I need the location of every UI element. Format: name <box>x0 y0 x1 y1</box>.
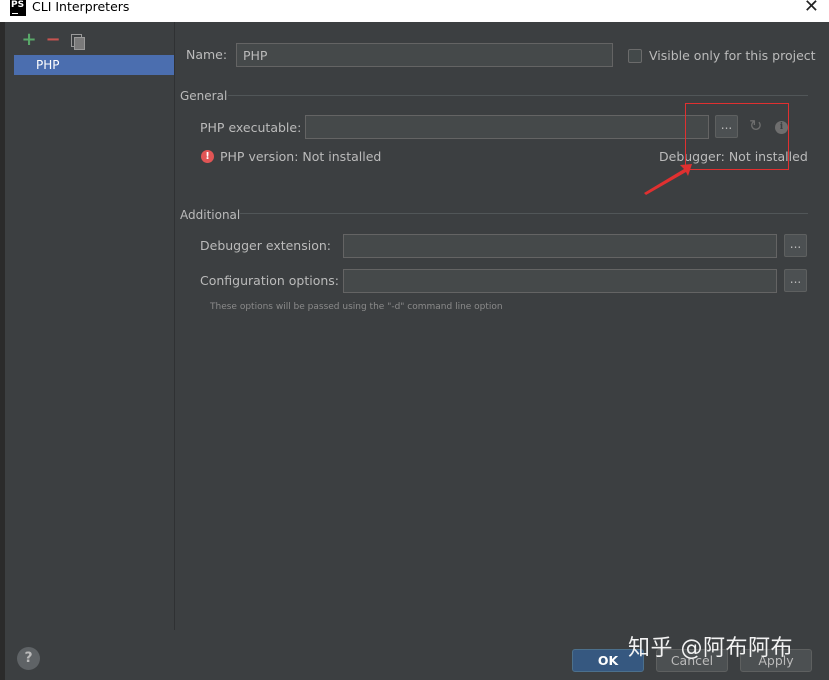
debugger-extension-browse-button[interactable]: ... <box>784 234 807 257</box>
list-item-label: PHP <box>36 58 60 72</box>
configuration-options-label: Configuration options: <box>200 273 339 288</box>
php-executable-input[interactable] <box>305 115 709 139</box>
add-icon[interactable]: + <box>20 30 38 50</box>
copy-icon[interactable] <box>68 30 86 50</box>
visible-only-label: Visible only for this project <box>649 48 816 63</box>
name-input[interactable] <box>236 43 613 67</box>
error-icon: ! <box>201 150 214 163</box>
configuration-options-input[interactable] <box>343 269 777 293</box>
title-bar: PS CLI Interpreters ✕ <box>0 0 829 22</box>
window-title: CLI Interpreters <box>32 0 130 14</box>
additional-separator <box>240 213 808 214</box>
debugger-extension-label: Debugger extension: <box>200 238 331 253</box>
annotation-highlight-box <box>685 103 789 170</box>
visible-only-checkbox[interactable] <box>628 49 642 63</box>
php-executable-label: PHP executable: <box>200 120 302 135</box>
name-label: Name: <box>186 47 228 62</box>
interpreter-list: PHP <box>14 55 175 633</box>
watermark: 知乎 @阿布阿布 <box>628 636 793 661</box>
configuration-options-browse-button[interactable]: ... <box>784 269 807 292</box>
phpstorm-app-icon: PS <box>10 0 26 16</box>
panel-divider <box>174 22 175 630</box>
annotation-arrow-icon <box>644 164 692 195</box>
help-button[interactable]: ? <box>17 647 40 670</box>
additional-section-title: Additional <box>180 208 241 222</box>
remove-icon[interactable]: − <box>44 30 62 50</box>
interpreter-list-panel: + − PHP <box>5 22 175 633</box>
debugger-extension-input[interactable] <box>343 234 777 258</box>
list-item-php[interactable]: PHP <box>14 55 175 75</box>
close-icon[interactable]: ✕ <box>804 0 819 17</box>
general-section-title: General <box>180 89 228 103</box>
configuration-options-hint: These options will be passed using the "… <box>210 302 503 312</box>
php-version-status: PHP version: Not installed <box>220 149 382 164</box>
general-separator <box>228 95 808 96</box>
